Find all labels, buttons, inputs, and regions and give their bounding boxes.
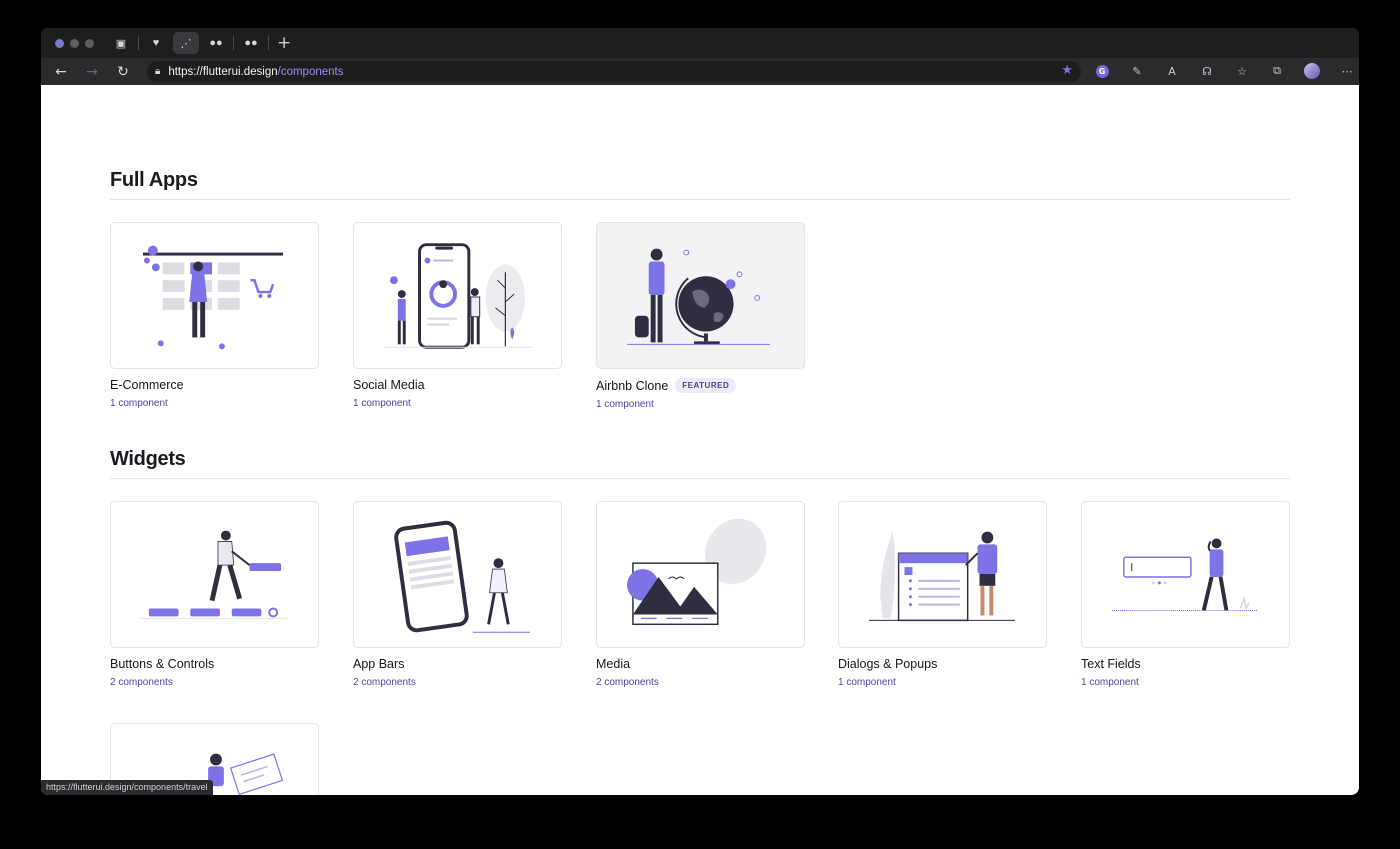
collections-icon[interactable]: ⧉ (1268, 62, 1286, 80)
app-bars-illustration (353, 501, 562, 648)
tab-active-flutterui[interactable]: ⋰ (173, 32, 199, 54)
featured-badge: FEATURED (675, 378, 737, 393)
lock-icon: 🔒︎ (155, 66, 161, 77)
card-title-text: Social Media (353, 378, 425, 392)
card-title: Media (596, 657, 805, 671)
card-title-text: Text Fields (1081, 657, 1141, 671)
card-social-media[interactable]: Social Media 1 component (353, 222, 562, 409)
card-dialogs-popups[interactable]: Dialogs & Popups 1 component (838, 501, 1047, 688)
more-menu-icon[interactable]: ⋯ (1338, 62, 1356, 80)
profile-avatar[interactable] (1303, 62, 1321, 80)
card-title: Text Fields (1081, 657, 1290, 671)
tab-medium-favicon[interactable]: ●● (238, 32, 264, 54)
tab-separator (138, 36, 139, 50)
social-media-illustration (353, 222, 562, 369)
card-title: Social Media (353, 378, 562, 392)
window-control-dot[interactable] (55, 38, 64, 48)
card-component-count: 1 component (353, 398, 411, 409)
url-path: /components (277, 65, 344, 78)
workspaces-tab-icon[interactable]: ▣ (108, 32, 134, 54)
card-title: E-Commerce (110, 378, 319, 392)
section-title-widgets: Widgets (110, 448, 186, 470)
card-title: Dialogs & Popups (838, 657, 1047, 671)
tab-separator (233, 36, 234, 50)
text-fields-illustration (1081, 501, 1290, 648)
card-e-commerce[interactable]: E-Commerce 1 component (110, 222, 319, 409)
airbnb-clone-illustration (596, 222, 805, 369)
card-title-text: E-Commerce (110, 378, 184, 392)
section-divider (110, 199, 1290, 200)
url-host: https://flutterui.design (168, 65, 278, 78)
card-title-text: Buttons & Controls (110, 657, 215, 671)
card-title-text: Airbnb Clone (596, 378, 669, 393)
tab-bar: ▣ ♥ ⋰ ●● ●● + (41, 28, 1359, 58)
card-title: App Bars (353, 657, 562, 671)
tab-heart-favicon[interactable]: ♥ (143, 32, 169, 54)
new-tab-icon[interactable]: + (277, 33, 291, 53)
browser-window: ▣ ♥ ⋰ ●● ●● + ← → ↻ 🔒︎ https://flutterui… (41, 28, 1359, 795)
card-component-count: 2 components (110, 677, 173, 688)
address-bar[interactable]: 🔒︎ https://flutterui.design/components ★ (147, 61, 1081, 82)
card-component-count: 1 component (1081, 677, 1139, 688)
buttons-controls-illustration (110, 501, 319, 648)
url-text: https://flutterui.design/components (168, 66, 343, 78)
card-buttons-controls[interactable]: Buttons & Controls 2 components (110, 501, 319, 688)
e-commerce-illustration (110, 222, 319, 369)
card-title-text: App Bars (353, 657, 405, 671)
card-airbnb-clone[interactable]: Airbnb Clone FEATURED 1 component (596, 222, 805, 410)
window-control-dot[interactable] (70, 38, 79, 48)
favorites-icon[interactable]: ☆ (1233, 62, 1251, 80)
card-app-bars[interactable]: App Bars 2 components (353, 501, 562, 688)
card-component-count: 1 component (596, 399, 654, 410)
pen-extension-icon[interactable]: ✎ (1128, 62, 1146, 80)
reload-icon[interactable]: ↻ (112, 64, 134, 80)
read-aloud-icon[interactable]: ☊ (1198, 62, 1216, 80)
back-arrow-icon[interactable]: ← (50, 64, 72, 80)
card-component-count: 1 component (110, 398, 168, 409)
card-title-text: Dialogs & Popups (838, 657, 938, 671)
forward-arrow-icon[interactable]: → (81, 64, 103, 80)
window-control-dot[interactable] (85, 38, 94, 48)
page-content: Full Apps E-Commerce 1 component Social … (41, 85, 1359, 795)
tab-medium-favicon[interactable]: ●● (203, 32, 229, 54)
card-text-fields[interactable]: Text Fields 1 component (1081, 501, 1290, 688)
card-title: Airbnb Clone FEATURED (596, 378, 805, 393)
media-illustration (596, 501, 805, 648)
extensions-toolbar: G ✎ A ☊ ☆ ⧉ ⋯ (1093, 62, 1359, 80)
favorite-star-icon[interactable]: ★ (1061, 63, 1073, 78)
card-component-count: 2 components (353, 677, 416, 688)
dialogs-popups-illustration (838, 501, 1047, 648)
translate-extension-icon[interactable]: A (1163, 62, 1181, 80)
navigation-bar: ← → ↻ 🔒︎ https://flutterui.design/compon… (41, 58, 1359, 85)
card-media[interactable]: Media 2 components (596, 501, 805, 688)
section-title-full-apps: Full Apps (110, 169, 198, 191)
card-component-count: 2 components (596, 677, 659, 688)
tab-separator (268, 36, 269, 50)
card-title: Buttons & Controls (110, 657, 319, 671)
card-title-text: Media (596, 657, 631, 671)
grammarly-extension-icon[interactable]: G (1093, 62, 1111, 80)
card-component-count: 1 component (838, 677, 896, 688)
status-bar-link-preview: https://flutterui.design/components/trav… (41, 780, 213, 795)
section-divider (110, 478, 1290, 479)
